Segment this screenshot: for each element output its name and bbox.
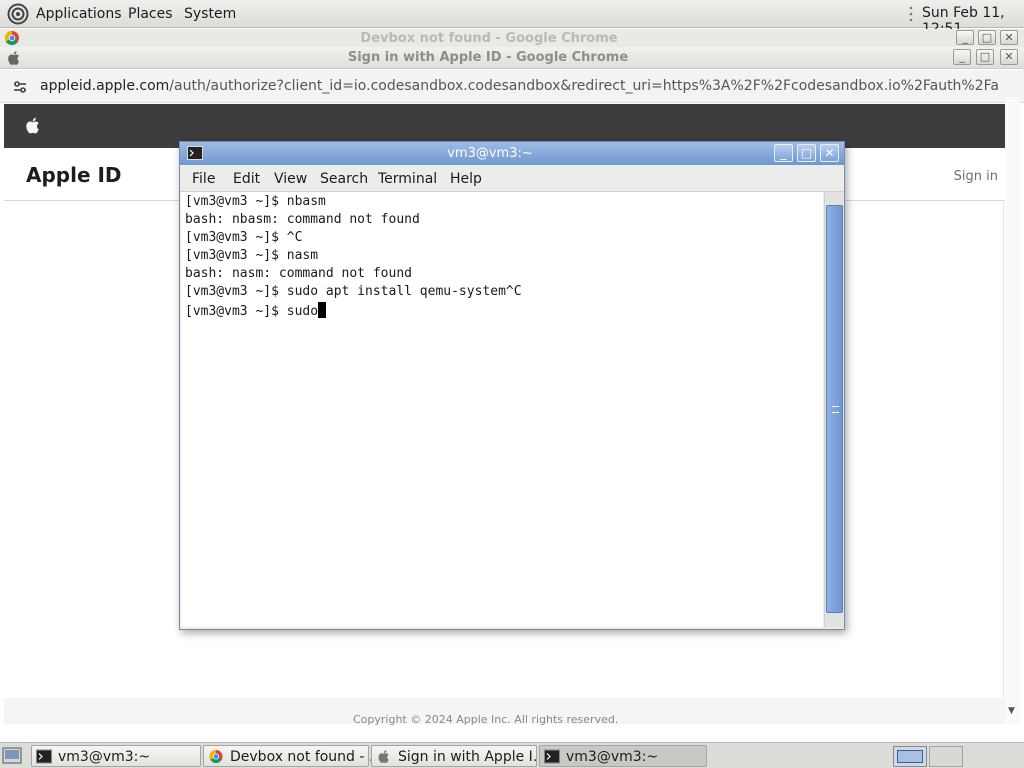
taskbar: vm3@vm3:~ Devbox not found - … Sign in w… <box>0 742 1024 768</box>
terminal-line: bash: nbasm: command not found <box>185 212 420 227</box>
url-path: /auth/authorize?client_id=io.codesandbox… <box>169 78 1000 94</box>
page-footer: Copyright © 2024 Apple Inc. All rights r… <box>4 698 1020 726</box>
chrome-icon <box>209 749 223 764</box>
terminal-output[interactable]: [vm3@vm3 ~]$ nbasm bash: nbasm: command … <box>181 192 823 627</box>
taskbar-item-label: Devbox not found - … <box>230 749 383 765</box>
menu-search[interactable]: Search <box>320 171 368 187</box>
scroll-down-arrow-icon[interactable]: ▼ <box>1008 706 1015 716</box>
taskbar-item-chrome-apple[interactable]: Sign in with Apple I… <box>371 745 547 767</box>
terminal-close-button[interactable]: ✕ <box>820 144 839 162</box>
bg-close-button[interactable]: ✕ <box>1000 30 1018 45</box>
terminal-prompt-line: [vm3@vm3 ~]$ sudo <box>185 302 327 319</box>
taskbar-item-label: vm3@vm3:~ <box>58 749 151 765</box>
taskbar-item-terminal-1[interactable]: vm3@vm3:~ <box>31 745 201 767</box>
page-scrollbar[interactable]: ▼ <box>1005 97 1020 724</box>
copyright-text: Copyright © 2024 Apple Inc. All rights r… <box>353 713 619 726</box>
terminal-titlebar[interactable]: vm3@vm3:~ _ □ ✕ <box>180 142 844 165</box>
terminal-line: bash: nasm: command not found <box>185 266 412 281</box>
taskbar-item-chrome-devbox[interactable]: Devbox not found - … <box>203 745 383 767</box>
terminal-maximize-button[interactable]: □ <box>797 144 816 162</box>
sign-in-link[interactable]: Sign in <box>954 169 998 184</box>
prompt-text: [vm3@vm3 ~]$ sudo <box>185 304 319 319</box>
terminal-scrollbar[interactable] <box>824 192 844 627</box>
chrome-close-button[interactable]: ✕ <box>1000 49 1018 65</box>
chrome-window-title: Sign in with Apple ID - Google Chrome <box>347 50 629 65</box>
main-menu-logo-icon[interactable] <box>7 3 29 25</box>
show-desktop-icon[interactable] <box>2 746 22 766</box>
taskbar-item-terminal-2[interactable]: vm3@vm3:~ <box>539 745 707 767</box>
site-settings-icon[interactable] <box>12 79 28 95</box>
terminal-line: [vm3@vm3 ~]$ sudo apt install qemu-syste… <box>185 284 522 299</box>
panel-grip-icon <box>909 6 913 22</box>
top-panel: Applications Places System Sun Feb 11, 1… <box>0 0 1024 37</box>
terminal-window: vm3@vm3:~ _ □ ✕ File Edit View Search Te… <box>179 141 845 630</box>
url-host: appleid.apple.com <box>40 78 170 94</box>
background-window-title: Devbox not found - Google Chrome <box>360 31 618 46</box>
background-window-titlebar[interactable]: Devbox not found - Google Chrome _ □ ✕ <box>0 29 1024 48</box>
places-menu[interactable]: Places <box>128 6 173 22</box>
terminal-menubar: File Edit View Search Terminal Help <box>180 165 844 192</box>
taskbar-item-label: Sign in with Apple I… <box>398 749 547 765</box>
terminal-title: vm3@vm3:~ <box>447 146 533 161</box>
page-title[interactable]: Apple ID <box>26 163 122 187</box>
system-menu[interactable]: System <box>184 6 236 22</box>
taskbar-item-label: vm3@vm3:~ <box>566 749 659 765</box>
terminal-line: [vm3@vm3 ~]$ ^C <box>185 230 303 245</box>
terminal-minimize-button[interactable]: _ <box>774 144 793 162</box>
menu-edit[interactable]: Edit <box>233 171 260 187</box>
applications-menu[interactable]: Applications <box>36 6 122 22</box>
apple-icon <box>378 750 389 763</box>
workspace-2[interactable] <box>929 746 963 767</box>
bg-minimize-button[interactable]: _ <box>956 30 974 45</box>
terminal-icon <box>36 749 52 764</box>
url-text[interactable]: appleid.apple.com/auth/authorize?client_… <box>40 78 1000 94</box>
workspace-1[interactable] <box>893 746 927 767</box>
apple-logo-icon[interactable] <box>25 116 41 135</box>
terminal-icon <box>544 749 560 764</box>
chrome-maximize-button[interactable]: □ <box>976 49 994 65</box>
text-cursor <box>318 302 327 318</box>
menu-help[interactable]: Help <box>450 171 482 187</box>
terminal-line: [vm3@vm3 ~]$ nbasm <box>185 194 326 209</box>
address-bar[interactable]: appleid.apple.com/auth/authorize?client_… <box>0 70 1024 103</box>
menu-terminal[interactable]: Terminal <box>378 171 437 187</box>
terminal-line: [vm3@vm3 ~]$ nasm <box>185 248 319 263</box>
menu-view[interactable]: View <box>274 171 307 187</box>
menu-file[interactable]: File <box>192 171 215 187</box>
chrome-minimize-button[interactable]: _ <box>953 49 971 65</box>
chrome-titlebar[interactable]: Sign in with Apple ID - Google Chrome _ … <box>0 47 1024 69</box>
terminal-scroll-thumb[interactable] <box>826 205 843 613</box>
bg-maximize-button[interactable]: □ <box>978 30 996 45</box>
